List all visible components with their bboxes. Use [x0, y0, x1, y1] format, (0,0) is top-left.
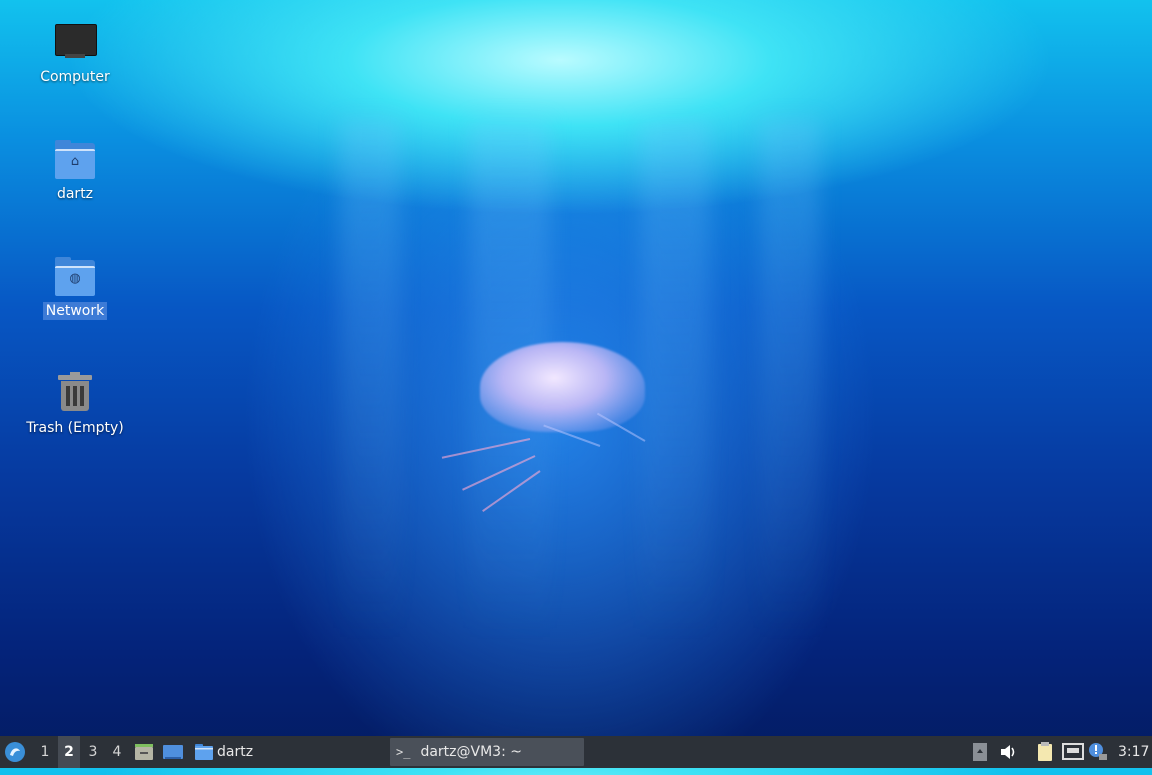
- workspace-1[interactable]: 1: [34, 736, 56, 768]
- light-ray: [640, 120, 710, 640]
- taskbar-window-terminal[interactable]: >_ dartz@VM3: ~: [390, 738, 584, 766]
- trash-icon: [53, 371, 97, 415]
- whisker-menu-icon[interactable]: [4, 736, 28, 768]
- workspace-2[interactable]: 2: [58, 736, 80, 768]
- task-label: dartz@VM3: ~: [420, 744, 522, 760]
- clock[interactable]: 3:17: [1118, 736, 1150, 768]
- folder-launcher[interactable]: dartz: [194, 736, 264, 768]
- home-folder-icon: ⌂: [53, 137, 97, 181]
- folder-launcher-label: dartz: [217, 744, 254, 760]
- desktop-icon-network[interactable]: ◍ Network: [20, 254, 130, 320]
- workspace-3[interactable]: 3: [82, 736, 104, 768]
- desktop-icon-trash[interactable]: Trash (Empty): [20, 371, 130, 437]
- network-folder-icon: ◍: [53, 254, 97, 298]
- volume-icon[interactable]: [999, 742, 1019, 762]
- desktop-icon-label: Trash (Empty): [26, 420, 124, 436]
- desktop-icon-home[interactable]: ⌂ dartz: [20, 137, 130, 203]
- workspace-4[interactable]: 4: [106, 736, 128, 768]
- clipboard-icon[interactable]: [1036, 742, 1056, 762]
- desktop-icon-computer[interactable]: Computer: [20, 20, 130, 86]
- monitor-icon: [53, 20, 97, 64]
- terminal-icon: >_: [396, 745, 411, 759]
- updates-icon[interactable]: [1088, 742, 1108, 762]
- desktop-icon-label: Computer: [40, 69, 110, 85]
- file-manager-icon[interactable]: [134, 736, 156, 768]
- light-ray: [340, 120, 400, 640]
- desktop-icon-label: Network: [42, 302, 108, 320]
- desktop-icon-label: dartz: [56, 186, 94, 202]
- network-icon[interactable]: [1062, 742, 1084, 762]
- light-ray: [760, 120, 820, 640]
- show-desktop-icon[interactable]: [162, 736, 184, 768]
- taskbar: 1 2 3 4 dartz >_ dartz@VM3: ~ 3:17: [0, 736, 1152, 768]
- notification-area-icon[interactable]: [972, 742, 992, 762]
- folder-icon: [195, 744, 213, 760]
